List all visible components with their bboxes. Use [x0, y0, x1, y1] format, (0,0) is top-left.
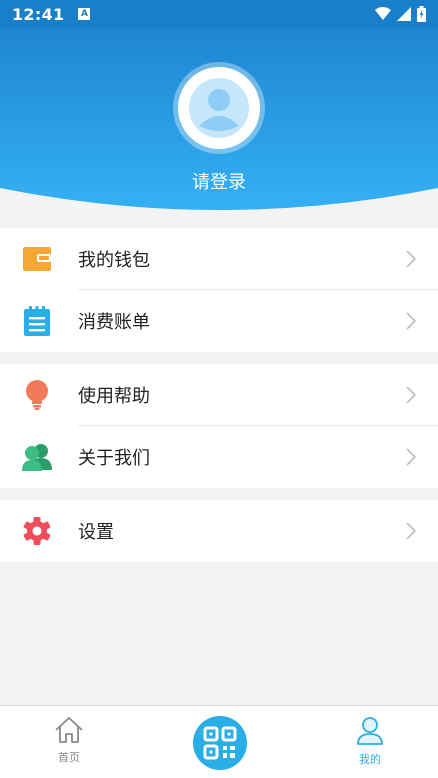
avatar[interactable] [173, 62, 265, 154]
menu-item-settings[interactable]: 设置 [0, 500, 438, 562]
user-icon [357, 717, 383, 745]
home-icon [55, 717, 83, 743]
bill-icon [24, 306, 50, 336]
nav-tab-mine[interactable]: 我的 [330, 716, 410, 767]
nav-label-mine: 我的 [359, 753, 381, 766]
nav-label-home: 首页 [58, 751, 80, 764]
menu-label: 使用帮助 [78, 386, 150, 407]
login-link[interactable]: 请登录 [0, 168, 438, 194]
bottom-nav: 首页 我的 [0, 705, 438, 778]
wallet-icon [23, 247, 51, 271]
chevron-right-icon [406, 386, 416, 404]
menu-label: 设置 [78, 522, 114, 543]
menu-item-help[interactable]: 使用帮助 [0, 364, 438, 426]
menu-label: 我的钱包 [78, 250, 150, 271]
scan-button[interactable] [193, 716, 247, 770]
nav-tab-home[interactable]: 首页 [29, 716, 109, 765]
chevron-right-icon [406, 250, 416, 268]
lightbulb-icon [26, 380, 48, 410]
menu-group-settings: 设置 [0, 500, 438, 562]
battery-icon [417, 6, 426, 22]
menu-item-wallet[interactable]: 我的钱包 [0, 228, 438, 290]
menu-group-account: 我的钱包 消费账单 [0, 228, 438, 352]
qr-scan-icon [203, 726, 237, 760]
gear-icon [23, 517, 51, 545]
signal-icon [397, 7, 411, 21]
chevron-right-icon [406, 522, 416, 540]
notification-icon: A [78, 8, 91, 20]
menu-group-info: 使用帮助 关于我们 [0, 364, 438, 488]
menu-item-about[interactable]: 关于我们 [0, 426, 438, 488]
chevron-right-icon [406, 312, 416, 330]
users-icon [22, 444, 52, 471]
menu-item-bill[interactable]: 消费账单 [0, 290, 438, 352]
menu-label: 消费账单 [78, 312, 150, 333]
status-time: 12:41 [12, 4, 65, 24]
status-bar: 12:41 A [0, 0, 438, 28]
profile-header: 请登录 [0, 0, 438, 220]
user-avatar-icon [189, 78, 249, 138]
wifi-icon [375, 7, 391, 20]
chevron-right-icon [406, 448, 416, 466]
menu-label: 关于我们 [78, 448, 150, 469]
